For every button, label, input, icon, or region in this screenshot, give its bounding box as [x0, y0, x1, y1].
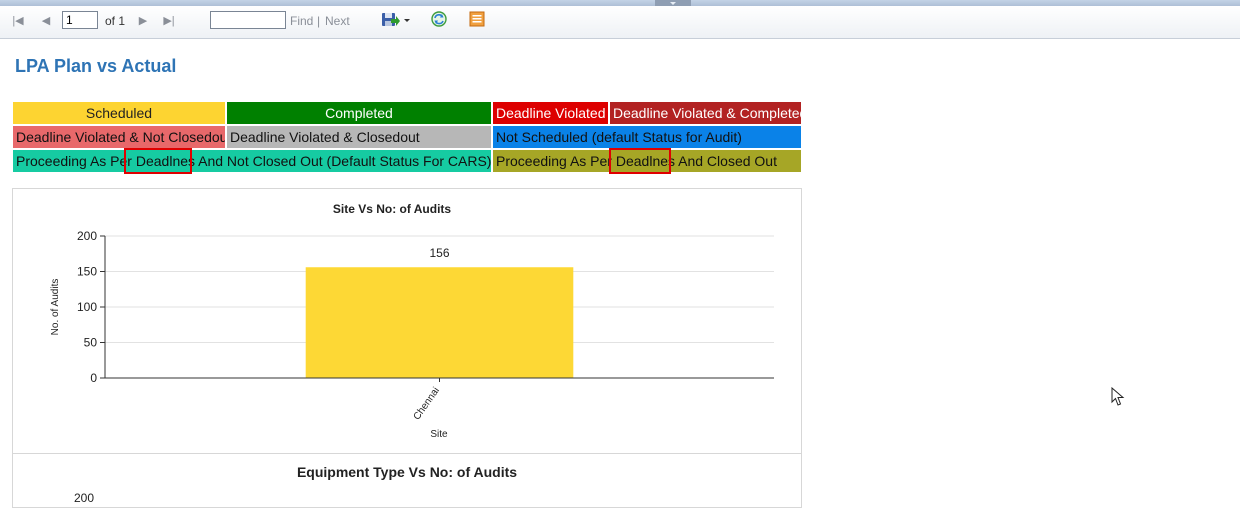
- site-audits-chart: Site Vs No: of Audits No. of Audits Site…: [50, 202, 774, 440]
- legend-violated-closedout: Deadline Violated & Closedout: [226, 125, 492, 149]
- legend-deadline-violated: Deadline Violated: [492, 101, 609, 125]
- find-link[interactable]: Find: [290, 12, 313, 30]
- legend-scheduled: Scheduled: [12, 101, 226, 125]
- chart-y-tick: 200: [74, 491, 95, 505]
- report-title: LPA Plan vs Actual: [15, 56, 177, 76]
- chart-data-label: 156: [429, 246, 449, 260]
- legend-proceeding-not-closed: Proceeding As Per Deadlnes And Not Close…: [12, 149, 492, 173]
- chart-x-tick-label: Chennai: [412, 385, 442, 422]
- chart-y-axis-label: No. of Audits: [50, 279, 61, 336]
- chart-x-axis-label: Site: [430, 429, 448, 440]
- mouse-cursor-icon: [1111, 387, 1125, 406]
- page-number-input[interactable]: [62, 11, 98, 29]
- report-toolbar: |◀ ◀ of 1 ▶ ▶| Find | Next: [0, 6, 1240, 39]
- legend-text-after: And Not Closed Out (Default Status For C…: [195, 153, 492, 169]
- first-page-icon[interactable]: |◀: [11, 12, 25, 30]
- find-input[interactable]: [210, 11, 286, 29]
- page-count-label: of 1: [105, 14, 126, 28]
- legend-text-after: And Closed Out: [675, 153, 777, 169]
- next-link[interactable]: Next: [325, 12, 350, 30]
- previous-page-icon[interactable]: ◀: [39, 12, 53, 30]
- next-page-icon[interactable]: ▶: [136, 12, 150, 30]
- legend-violated-not-closedout: Deadline Violated & Not Closedout: [12, 125, 226, 149]
- chart-y-tick-label: 100: [77, 300, 97, 314]
- legend-deadline-violated-completed: Deadline Violated & Completed: [609, 101, 802, 125]
- export-icon[interactable]: [380, 10, 412, 28]
- legend-text-before: Proceeding As Per: [16, 153, 136, 169]
- legend-not-scheduled: Not Scheduled (default Status for Audit): [492, 125, 802, 149]
- legend-completed: Completed: [226, 101, 492, 125]
- equipment-audits-chart-title: Equipment Type Vs No: of Audits: [296, 464, 518, 480]
- chart-title: Site Vs No: of Audits: [333, 202, 452, 216]
- chart-y-tick-label: 0: [90, 371, 97, 385]
- chart-y-tick-label: 150: [77, 265, 97, 279]
- refresh-icon[interactable]: [430, 10, 448, 28]
- legend-text-before: Proceeding As Per: [496, 153, 616, 169]
- last-page-icon[interactable]: ▶|: [162, 12, 176, 30]
- highlight-box: [124, 148, 192, 174]
- print-icon[interactable]: [469, 10, 485, 28]
- chart-divider: [12, 453, 802, 454]
- chart-y-tick-label: 200: [77, 229, 97, 243]
- chart-y-tick-label: 50: [84, 336, 98, 350]
- status-legend: Scheduled Completed Deadline Violated De…: [12, 101, 802, 174]
- chart-bar: [305, 267, 574, 378]
- find-separator: |: [317, 14, 321, 28]
- highlight-box: [609, 148, 671, 174]
